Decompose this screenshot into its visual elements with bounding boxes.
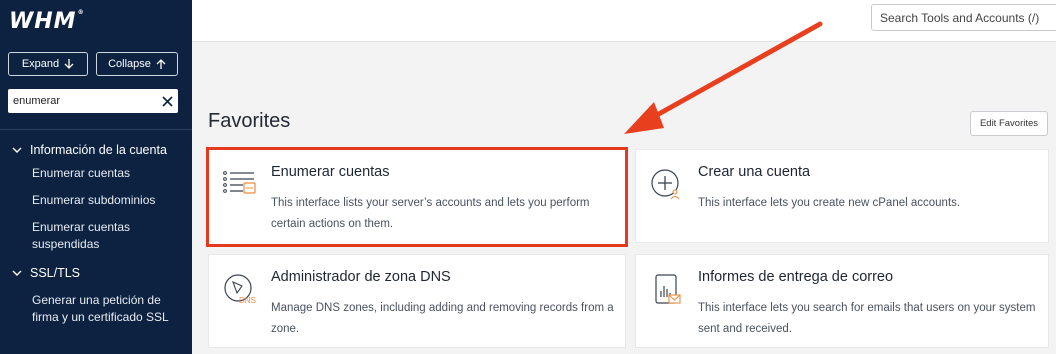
favorites-title: Favorites (208, 110, 291, 132)
sidebar-section-informacion-cuenta[interactable]: Información de la cuenta (12, 143, 167, 157)
collapse-label: Collapse (108, 58, 151, 70)
favorite-card-zona-dns[interactable]: DNS Administrador de zona DNS Manage DNS… (208, 254, 626, 348)
sidebar-item-enumerar-cuentas-suspendidas[interactable]: Enumerar cuentas suspendidas (32, 219, 182, 253)
whm-logo[interactable]: WHM® (9, 9, 85, 34)
create-account-icon (651, 169, 680, 200)
card-title: Informes de entrega de correo (698, 269, 894, 285)
mail-delivery-report-icon (655, 274, 681, 304)
card-description: This interface lists your server’s accou… (271, 197, 590, 230)
expand-button[interactable]: Expand (8, 52, 88, 76)
section-title: Información de la cuenta (30, 143, 167, 157)
card-description: This interface lets you create new cPane… (698, 197, 961, 209)
sidebar-section-ssl-tls[interactable]: SSL/TLS (12, 266, 80, 280)
list-accounts-icon (223, 171, 256, 194)
arrow-down-icon (64, 59, 74, 69)
sidebar-item-enumerar-subdominios[interactable]: Enumerar subdominios (32, 192, 182, 209)
search-placeholder: Search Tools and Accounts (/) (880, 10, 1040, 25)
clear-search-icon[interactable] (156, 89, 178, 113)
dns-icon-label: DNS (239, 296, 256, 305)
sidebar-search-input[interactable]: enumerar (8, 89, 178, 113)
card-title: Crear una cuenta (698, 164, 811, 180)
collapse-button[interactable]: Collapse (96, 52, 178, 76)
card-description: Manage DNS zones, including adding and r… (271, 302, 614, 335)
favorite-card-crear-cuenta[interactable]: Crear una cuenta This interface lets you… (635, 149, 1049, 243)
expand-label: Expand (21, 58, 60, 70)
favorite-card-informes-correo[interactable]: Informes de entrega de correo This inter… (635, 254, 1049, 348)
arrow-up-icon (156, 59, 166, 69)
edit-favorites-button[interactable]: Edit Favorites (970, 111, 1048, 136)
sidebar-item-enumerar-cuentas[interactable]: Enumerar cuentas (32, 165, 182, 182)
card-description: This interface lets you search for email… (698, 302, 1036, 335)
sidebar-search-value[interactable]: enumerar (13, 95, 156, 107)
section-title: SSL/TLS (30, 266, 81, 280)
chevron-down-icon (12, 270, 22, 276)
card-title: Administrador de zona DNS (271, 269, 451, 285)
sidebar: WHM® Expand Collapse enumerar Informació… (0, 0, 192, 354)
card-title: Enumerar cuentas (271, 164, 390, 180)
sidebar-item-generar-peticion-firma[interactable]: Generar una petición de firma y un certi… (32, 292, 182, 326)
favorite-card-enumerar-cuentas[interactable]: Enumerar cuentas This interface lists yo… (206, 147, 628, 247)
dns-zone-icon: DNS (224, 274, 256, 305)
chevron-down-icon (12, 147, 22, 153)
search-tools-input[interactable]: Search Tools and Accounts (/) (871, 4, 1056, 31)
sidebar-divider (0, 129, 192, 130)
